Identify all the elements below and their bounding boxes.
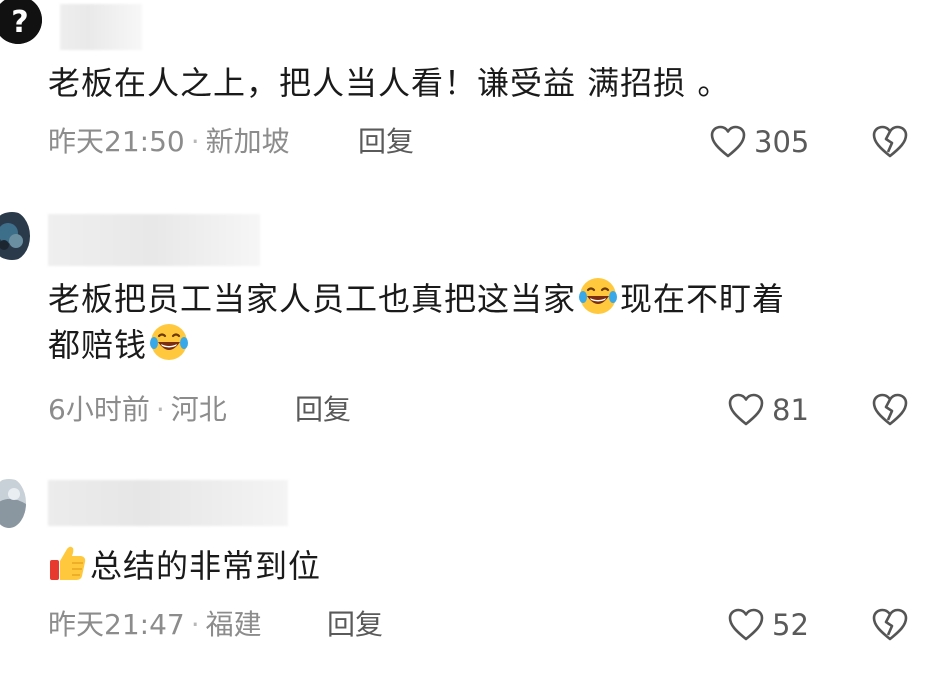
broken-heart-icon[interactable] (870, 390, 910, 430)
like-button[interactable]: 52 (726, 603, 809, 647)
meta-separator: · (155, 393, 165, 426)
comment-text-part-2: 现在不盯着 (620, 280, 786, 318)
avatar[interactable]: ? (0, 0, 42, 44)
comment-text: 总结的非常到位 (48, 543, 898, 589)
reply-button[interactable]: 回复 (327, 605, 383, 645)
like-count: 305 (754, 125, 810, 159)
username-redacted[interactable] (48, 214, 260, 266)
comment-location: 新加坡 (205, 125, 290, 158)
tears-of-joy-emoji (150, 324, 189, 360)
comment-text-part-1: 老板把员工当家人员工也真把这当家 (48, 280, 577, 318)
heart-outline-icon (710, 125, 746, 158)
like-count: 52 (772, 608, 809, 642)
comment-time: 6小时前 (48, 393, 150, 426)
comment-time: 昨天21:50 (48, 125, 185, 158)
avatar[interactable] (0, 478, 26, 528)
broken-heart-icon[interactable] (870, 605, 910, 645)
comment-meta: 昨天21:47 · 福建 (48, 605, 262, 645)
comment-text: 老板把员工当家人员工也真把这当家 现在不盯着都赔钱 (48, 276, 898, 368)
comment-text-part-3: 都赔钱 (48, 326, 148, 364)
heart-outline-icon (728, 608, 764, 641)
like-button[interactable]: 305 (708, 120, 809, 164)
avatar-image-icon (0, 212, 30, 260)
avatar[interactable] (0, 211, 30, 261)
comment-location: 福建 (205, 608, 262, 641)
username-redacted[interactable] (48, 480, 288, 526)
comment-text-part: 总结的非常到位 (90, 547, 322, 585)
svg-text:?: ? (11, 5, 28, 40)
avatar-question-icon: ? (0, 0, 42, 44)
avatar-image-icon (0, 479, 26, 528)
comment-meta: 6小时前 · 河北 (48, 390, 227, 430)
meta-separator: · (190, 125, 200, 158)
broken-heart-icon[interactable] (870, 122, 910, 162)
like-count: 81 (772, 393, 809, 427)
reply-button[interactable]: 回复 (295, 390, 351, 430)
username-redacted[interactable] (60, 4, 142, 50)
thumbs-up-emoji (50, 546, 86, 580)
heart-outline-icon (728, 393, 764, 426)
comment-text: 老板在人之上，把人当人看！谦受益 满招损 。 (48, 64, 731, 102)
reply-button[interactable]: 回复 (358, 122, 414, 162)
comment-location: 河北 (170, 393, 227, 426)
comment-meta: 昨天21:50 · 新加坡 (48, 122, 290, 162)
like-button[interactable]: 81 (726, 388, 809, 432)
meta-separator: · (190, 608, 200, 641)
comment-time: 昨天21:47 (48, 608, 185, 641)
tears-of-joy-emoji (579, 278, 618, 314)
